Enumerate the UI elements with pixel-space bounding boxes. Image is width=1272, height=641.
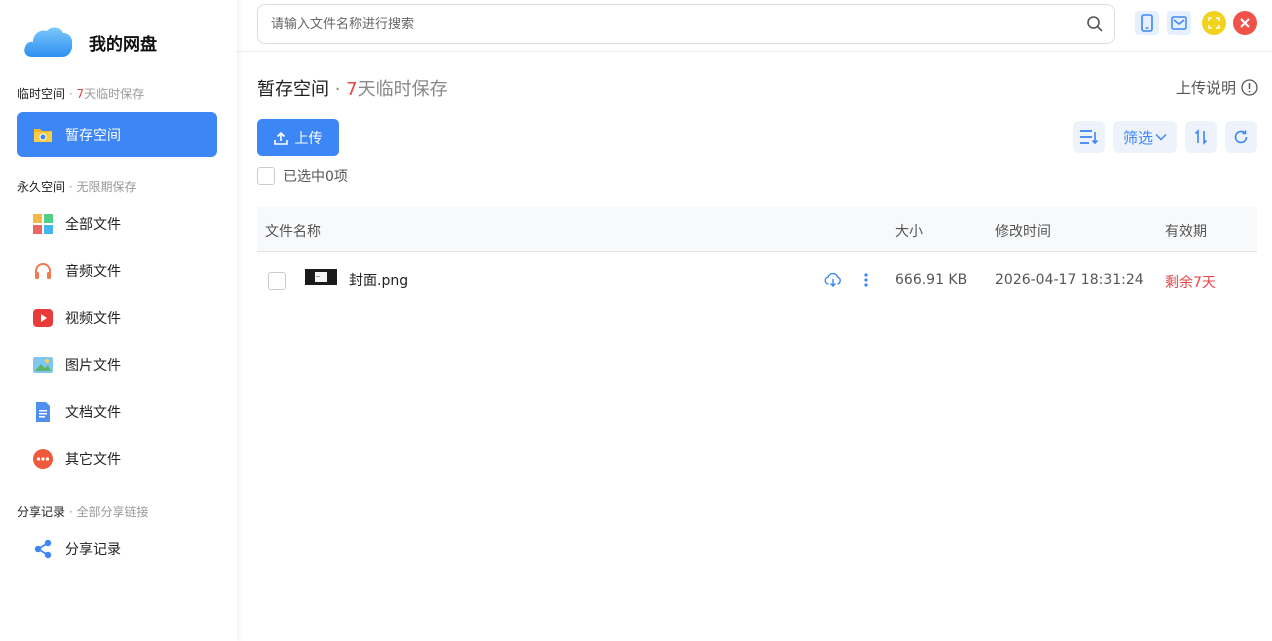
mail-icon[interactable] — [1167, 11, 1191, 35]
file-size: 666.91 KB — [895, 272, 968, 288]
sidebar-item-images[interactable]: 图片文件 — [17, 342, 217, 387]
logo: 我的网盘 — [22, 24, 157, 60]
table-header: 文件名称 大小 修改时间 有效期 — [257, 207, 1257, 252]
column-header-name[interactable]: 文件名称 — [265, 221, 321, 241]
list-sort-icon — [1079, 129, 1099, 145]
file-expiry: 剩余7天 — [1165, 275, 1216, 291]
main-content: 暂存空间 · 7天临时保存 上传说明 上传 — [237, 0, 1272, 641]
sidebar-item-label: 其它文件 — [65, 451, 121, 468]
mobile-icon[interactable] — [1135, 11, 1159, 35]
chevron-down-icon — [1155, 133, 1167, 141]
row-checkbox[interactable] — [268, 272, 286, 290]
refresh-icon — [1233, 129, 1249, 145]
app-title: 我的网盘 — [89, 34, 157, 55]
app-root: 我的网盘 临时空间 · 7天临时保存 暂存空间 永久空间 · 无限期保存 全部文… — [0, 0, 1272, 641]
column-header-expiry[interactable]: 有效期 — [1165, 221, 1207, 241]
sort-button[interactable] — [1185, 121, 1217, 153]
more-vertical-icon[interactable] — [863, 272, 869, 292]
page-title: 暂存空间 · 7天临时保存 — [257, 79, 448, 100]
selected-count: 已选中0项 — [283, 169, 348, 185]
headphones-icon — [33, 261, 53, 281]
sidebar-item-label: 全部文件 — [65, 216, 121, 233]
more-icon — [33, 448, 53, 469]
sidebar-item-documents[interactable]: 文档文件 — [17, 389, 217, 434]
sidebar-item-audio[interactable]: 音频文件 — [17, 248, 217, 293]
folder-icon — [33, 125, 53, 145]
info-icon — [1241, 79, 1258, 96]
list-view-button[interactable] — [1073, 121, 1105, 153]
sidebar-item-others[interactable]: 其它文件 — [17, 436, 217, 481]
column-header-modified[interactable]: 修改时间 — [995, 221, 1051, 241]
sidebar-item-label: 图片文件 — [65, 357, 121, 374]
refresh-button[interactable] — [1225, 121, 1257, 153]
sidebar-item-share-records[interactable]: 分享记录 — [17, 526, 217, 571]
sidebar-item-label: 文档文件 — [65, 404, 121, 421]
fullscreen-icon[interactable] — [1202, 11, 1226, 35]
upload-help-link[interactable]: 上传说明 — [1176, 77, 1258, 98]
file-name[interactable]: 封面.png — [349, 270, 408, 290]
search-box — [257, 4, 1115, 44]
sidebar-item-label: 暂存空间 — [65, 127, 121, 144]
sidebar-item-label: 视频文件 — [65, 310, 121, 327]
sidebar-item-all-files[interactable]: 全部文件 — [17, 201, 217, 246]
table-row[interactable]: 封面.png 666.91 KB 2026-04-17 18:31:24 剩余7… — [257, 253, 1257, 309]
play-icon — [33, 308, 53, 328]
sidebar-item-temp-space[interactable]: 暂存空间 — [17, 112, 217, 157]
file-thumbnail — [305, 269, 337, 289]
upload-icon — [273, 131, 288, 145]
download-icon[interactable] — [824, 272, 842, 292]
file-modified: 2026-04-17 18:31:24 — [995, 272, 1144, 288]
upload-button[interactable]: 上传 — [257, 119, 339, 156]
sidebar-item-video[interactable]: 视频文件 — [17, 295, 217, 340]
close-icon[interactable] — [1233, 11, 1257, 35]
share-section-label: 分享记录 · 全部分享链接 — [17, 505, 149, 519]
column-header-size[interactable]: 大小 — [895, 221, 923, 241]
share-icon — [33, 539, 53, 559]
top-bar — [237, 0, 1272, 52]
selection-summary: 已选中0项 — [257, 166, 348, 186]
image-icon — [33, 355, 53, 375]
cloud-logo-icon — [22, 24, 74, 60]
sidebar: 我的网盘 临时空间 · 7天临时保存 暂存空间 永久空间 · 无限期保存 全部文… — [0, 0, 237, 641]
sidebar-item-label: 分享记录 — [65, 541, 121, 558]
grid-icon — [33, 213, 53, 234]
sort-icon — [1194, 129, 1208, 145]
document-icon — [33, 401, 53, 422]
select-all-checkbox[interactable] — [257, 167, 275, 185]
temp-section-label: 临时空间 · 7天临时保存 — [17, 87, 145, 101]
search-input[interactable] — [271, 16, 1071, 32]
search-icon[interactable] — [1086, 15, 1104, 37]
filter-dropdown[interactable]: 筛选 — [1113, 121, 1177, 153]
perm-section-label: 永久空间 · 无限期保存 — [17, 180, 137, 194]
sidebar-item-label: 音频文件 — [65, 263, 121, 280]
